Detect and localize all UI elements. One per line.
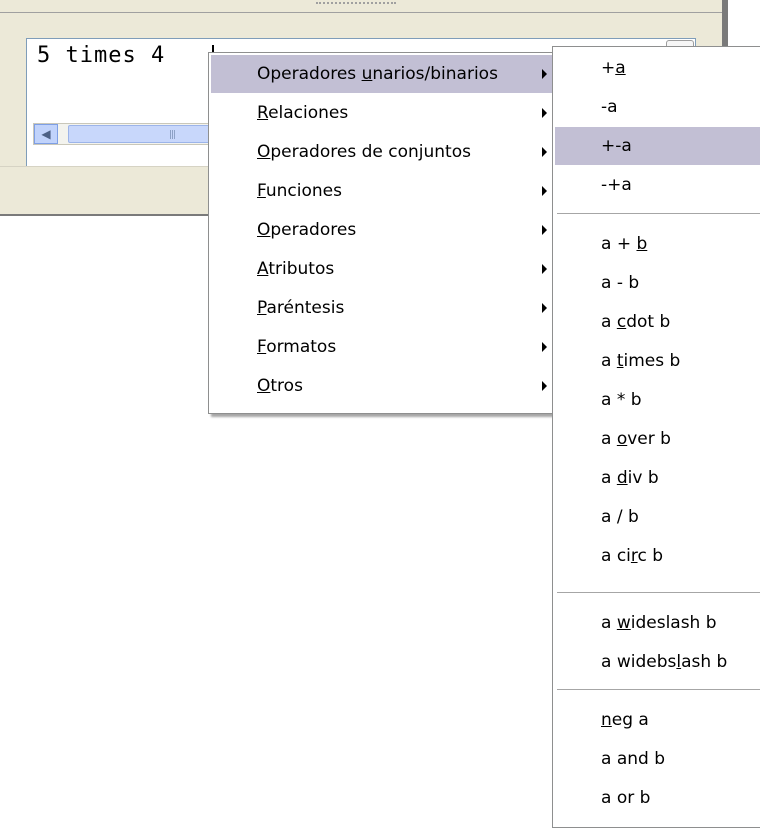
menu-item-label: Operadores de conjuntos	[257, 142, 471, 162]
submenu-item-neg-a[interactable]: neg a	[555, 701, 760, 739]
submenu-arrow-icon	[542, 264, 547, 274]
menu-item-label: +-a	[601, 136, 632, 156]
menu-item-label: neg a	[601, 710, 649, 730]
submenu-item-a-wideslash-b[interactable]: a wideslash b	[555, 604, 760, 642]
submenu-item-minusplus-a[interactable]: -+a	[555, 166, 760, 204]
menu-item-label: Operadores	[257, 220, 357, 240]
submenu-item-a-div-b[interactable]: a div b	[555, 459, 760, 497]
menu-item-label: a widebslash b	[601, 652, 728, 672]
menu-item-label: Otros	[257, 376, 303, 396]
formula-text: 5 times 4	[37, 43, 166, 68]
menu-item-otros[interactable]: Otros	[211, 367, 555, 405]
menu-item-label: a - b	[601, 273, 640, 293]
menu-separator	[557, 592, 760, 593]
menu-item-label: +a	[601, 58, 626, 78]
menu-item-formatos[interactable]: Formatos	[211, 328, 555, 366]
submenu-arrow-icon	[542, 186, 547, 196]
resize-grip[interactable]	[316, 2, 396, 8]
menu-item-label: Funciones	[257, 181, 342, 201]
menu-item-label: a * b	[601, 390, 642, 410]
submenu-arrow-icon	[542, 342, 547, 352]
horizontal-scrollbar[interactable]: ◀ |||	[33, 123, 235, 145]
menu-item-label: Formatos	[257, 337, 337, 357]
window-top-bar	[0, 0, 722, 13]
submenu-item-a-widebslash-b[interactable]: a widebslash b	[555, 643, 760, 681]
submenu-item-a-times-b[interactable]: a times b	[555, 342, 760, 380]
submenu-item-minus-a[interactable]: -a	[555, 88, 760, 126]
menu-item-label: a times b	[601, 351, 681, 371]
menu-item-label: -a	[601, 97, 618, 117]
submenu-item-a-star-b[interactable]: a * b	[555, 381, 760, 419]
menu-item-operadores-de-conjuntos[interactable]: Operadores de conjuntos	[211, 133, 555, 171]
menu-separator	[557, 689, 760, 690]
scroll-thumb[interactable]: |||	[68, 125, 226, 143]
unary-binary-submenu: +a -a +-a -+a a + b a - b a cdot b a tim…	[552, 46, 760, 828]
submenu-item-a-circ-b[interactable]: a circ b	[555, 537, 760, 575]
menu-item-label: a cdot b	[601, 312, 671, 332]
submenu-item-a-over-b[interactable]: a over b	[555, 420, 760, 458]
submenu-item-a-and-b[interactable]: a and b	[555, 740, 760, 778]
context-menu: Operadores unarios/binarios Relaciones O…	[208, 52, 558, 414]
submenu-arrow-icon	[542, 69, 547, 79]
submenu-arrow-icon	[542, 303, 547, 313]
menu-item-label: a and b	[601, 749, 665, 769]
submenu-arrow-icon	[542, 108, 547, 118]
submenu-arrow-icon	[542, 381, 547, 391]
menu-item-label: Operadores unarios/binarios	[257, 64, 498, 84]
menu-item-relaciones[interactable]: Relaciones	[211, 94, 555, 132]
menu-item-label: a div b	[601, 468, 659, 488]
menu-item-label: a + b	[601, 234, 648, 254]
submenu-item-a-cdot-b[interactable]: a cdot b	[555, 303, 760, 341]
submenu-item-a-plus-b[interactable]: a + b	[555, 225, 760, 263]
submenu-item-a-minus-b[interactable]: a - b	[555, 264, 760, 302]
submenu-arrow-icon	[542, 147, 547, 157]
menu-item-label: a circ b	[601, 546, 664, 566]
menu-item-label: Paréntesis	[257, 298, 345, 318]
menu-item-label: a wideslash b	[601, 613, 717, 633]
thumb-grip-icon: |||	[169, 130, 176, 140]
menu-item-funciones[interactable]: Funciones	[211, 172, 555, 210]
submenu-arrow-icon	[542, 225, 547, 235]
menu-item-atributos[interactable]: Atributos	[211, 250, 555, 288]
menu-item-label: a / b	[601, 507, 639, 527]
submenu-item-plus-a[interactable]: +a	[555, 49, 760, 87]
submenu-item-plusminus-a[interactable]: +-a	[555, 127, 760, 165]
menu-item-operadores[interactable]: Operadores	[211, 211, 555, 249]
menu-separator	[557, 213, 760, 214]
menu-item-label: Atributos	[257, 259, 335, 279]
scroll-left-arrow-icon[interactable]: ◀	[34, 124, 58, 144]
menu-item-label: a over b	[601, 429, 671, 449]
submenu-item-a-or-b[interactable]: a or b	[555, 779, 760, 817]
menu-item-label: -+a	[601, 175, 632, 195]
menu-item-parentesis[interactable]: Paréntesis	[211, 289, 555, 327]
menu-item-operadores-unarios-binarios[interactable]: Operadores unarios/binarios	[211, 55, 555, 93]
submenu-item-a-slash-b[interactable]: a / b	[555, 498, 760, 536]
menu-item-label: Relaciones	[257, 103, 349, 123]
menu-item-label: a or b	[601, 788, 651, 808]
